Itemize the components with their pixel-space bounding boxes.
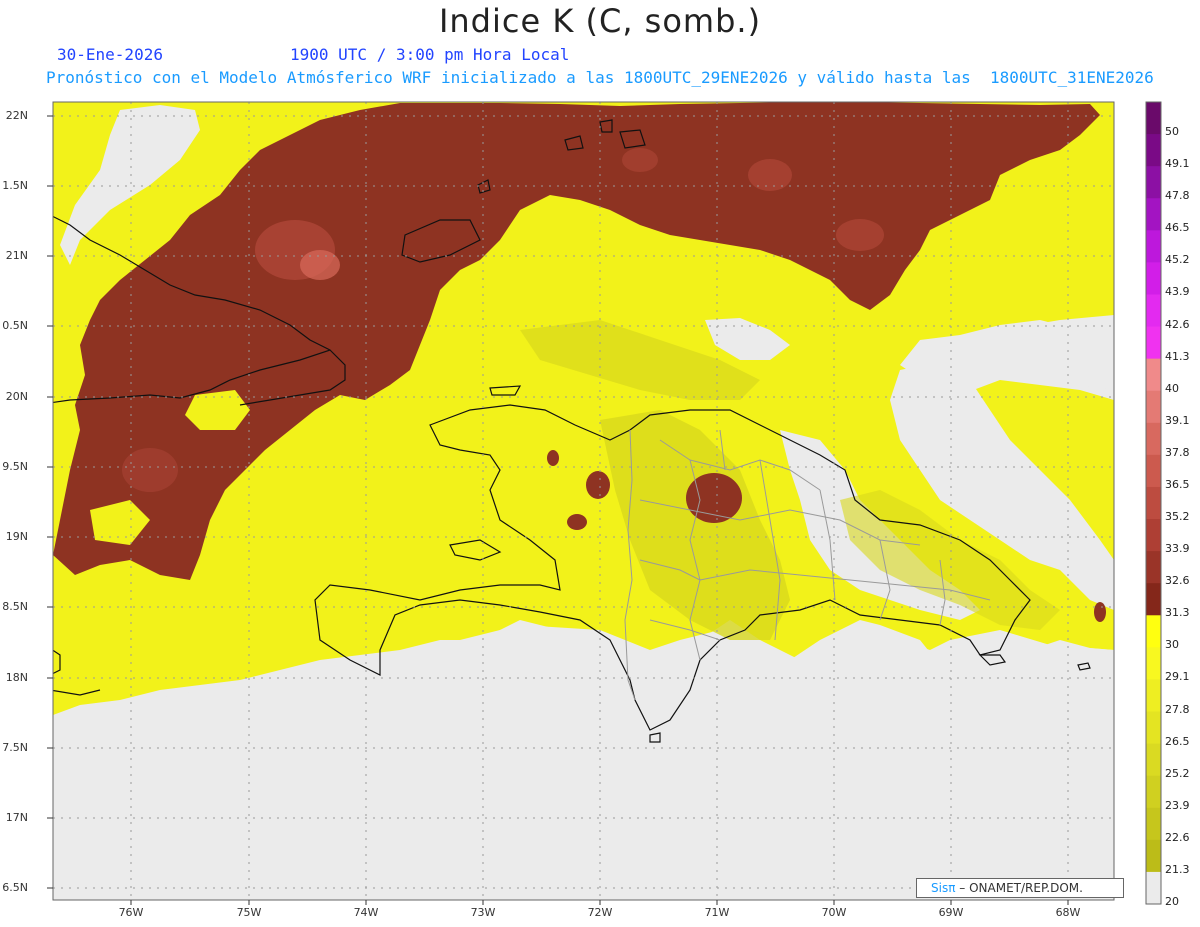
colorbar-swatch <box>1146 454 1161 488</box>
colorbar-swatch <box>1146 294 1161 328</box>
lat-label-18n: 18N <box>5 671 28 684</box>
lat-label-21-5n: 1.5N <box>2 179 28 192</box>
lon-label-68w: 68W <box>1055 906 1081 919</box>
colorbar-label: 36.5 <box>1165 477 1190 491</box>
lat-label-17-5n: 7.5N <box>2 741 28 754</box>
lat-label-20-5n: 0.5N <box>2 319 28 332</box>
lat-label-17n: 17N <box>5 811 28 824</box>
colorbar-swatch <box>1146 134 1161 167</box>
colorbar-swatch <box>1146 551 1161 584</box>
colorbar-swatch <box>1146 807 1161 841</box>
lat-label-22n: 22N <box>5 109 28 122</box>
colorbar-swatch <box>1146 390 1161 424</box>
colorbar-swatch <box>1146 871 1161 905</box>
colorbar-label: 20 <box>1165 895 1179 908</box>
colorbar-label: 29.1 <box>1165 670 1190 684</box>
colorbar-label: 31.3 <box>1165 606 1190 620</box>
lat-label-20n: 20N <box>5 390 28 403</box>
colorbar-label: 41.3 <box>1165 349 1190 363</box>
colorbar-label: 27.8 <box>1165 702 1190 716</box>
lon-label-72w: 72W <box>587 906 613 919</box>
lon-label-71w: 71W <box>704 906 730 919</box>
colorbar-label: 30 <box>1165 638 1179 652</box>
lon-label-76w: 76W <box>118 906 144 919</box>
colorbar-swatch <box>1146 102 1161 135</box>
credit-brand: Sisπ <box>931 881 956 895</box>
colorbar-label: 39.1 <box>1165 413 1190 427</box>
colorbar-label: 50 <box>1165 125 1179 139</box>
colorbar-swatch <box>1146 647 1161 680</box>
lat-label-21n: 21N <box>5 249 28 262</box>
credit-text: – ONAMET/REP.DOM. <box>959 881 1083 895</box>
colorbar-swatch <box>1146 743 1161 777</box>
colorbar-label: 46.5 <box>1165 221 1190 235</box>
colorbar-swatch <box>1146 358 1161 392</box>
lat-label-16-5n: 6.5N <box>2 881 28 894</box>
lon-label-69w: 69W <box>938 906 964 919</box>
colorbar-label: 22.6 <box>1165 830 1190 844</box>
colorbar-label: 40 <box>1165 381 1179 395</box>
colorbar-label: 43.9 <box>1165 285 1190 299</box>
lat-label-18-5n: 8.5N <box>2 600 28 613</box>
lon-label-70w: 70W <box>821 906 847 919</box>
colorbar-swatch <box>1146 583 1161 616</box>
colorbar-label: 42.6 <box>1165 317 1190 331</box>
colorbar-label: 37.8 <box>1165 445 1190 459</box>
colorbar-swatch <box>1146 166 1161 199</box>
colorbar-swatch <box>1146 422 1161 456</box>
lon-label-75w: 75W <box>236 906 262 919</box>
map-field <box>53 102 1114 900</box>
colorbar-swatch <box>1146 839 1161 873</box>
colorbar-label: 26.5 <box>1165 734 1190 748</box>
colorbar-swatch <box>1146 262 1161 295</box>
lon-label-74w: 74W <box>353 906 379 919</box>
colorbar-swatch <box>1146 711 1161 745</box>
colorbar-label: 25.2 <box>1165 766 1190 780</box>
colorbar-swatch <box>1146 519 1161 552</box>
colorbar-swatch <box>1146 679 1161 713</box>
colorbar-label: 32.6 <box>1165 574 1190 588</box>
lat-label-19n: 19N <box>5 530 28 543</box>
colorbar-label: 35.2 <box>1165 510 1190 524</box>
colorbar-label: 21.3 <box>1165 862 1190 876</box>
colorbar-swatch <box>1146 775 1161 809</box>
lat-label-19-5n: 9.5N <box>2 460 28 473</box>
colorbar-label: 33.9 <box>1165 542 1190 556</box>
map-canvas <box>47 101 1162 905</box>
colorbar-swatch <box>1146 615 1161 648</box>
colorbar-swatch <box>1146 198 1161 231</box>
colorbar <box>1145 101 1162 905</box>
colorbar-label: 47.8 <box>1165 189 1190 203</box>
colorbar-swatch <box>1146 230 1161 263</box>
lon-label-73w: 73W <box>470 906 496 919</box>
credit-box: Sisπ – ONAMET/REP.DOM. <box>916 878 1124 898</box>
colorbar-label: 49.1 <box>1165 157 1190 171</box>
colorbar-label: 23.9 <box>1165 798 1190 812</box>
colorbar-label: 45.2 <box>1165 253 1190 267</box>
colorbar-swatch <box>1146 326 1161 360</box>
colorbar-swatch <box>1146 486 1161 520</box>
